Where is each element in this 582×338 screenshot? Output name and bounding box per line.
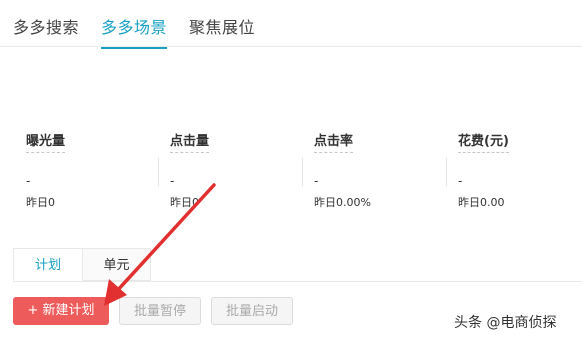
stat-clicks: 点击量 - 昨日0 (170, 130, 310, 210)
batch-start-button[interactable]: 批量启动 (211, 297, 293, 325)
stat-value: - (170, 174, 175, 188)
stat-label: 点击率 (314, 130, 354, 153)
tab-focus-booth[interactable]: 聚焦展位 (189, 14, 255, 38)
stat-yesterday: 昨日0.00% (314, 196, 371, 209)
divider (446, 158, 447, 186)
stat-label: 花费(元) (458, 130, 509, 153)
tab-duoduo-scene[interactable]: 多多场景 (101, 14, 168, 49)
watermark: 头条 @电商侦探 (454, 315, 557, 331)
divider (158, 158, 159, 186)
stat-value: - (314, 174, 319, 188)
top-tab-bar: 多多搜索 多多场景 聚焦展位 (0, 0, 582, 49)
batch-pause-button[interactable]: 批量暂停 (119, 297, 201, 325)
stat-value: - (458, 174, 463, 188)
sub-tab-bar: 计划 单元 (13, 248, 582, 282)
divider (302, 158, 303, 186)
stat-label: 点击量 (170, 130, 210, 153)
stat-value: - (26, 174, 31, 188)
stat-impressions: 曝光量 - 昨日0 (26, 130, 166, 210)
new-plan-button[interactable]: + 新建计划 (13, 297, 109, 325)
stat-cost: 花费(元) - 昨日0.00 (458, 130, 582, 210)
stat-yesterday: 昨日0.00 (458, 196, 505, 209)
stat-yesterday: 昨日0 (170, 196, 199, 209)
tab-duoduo-search[interactable]: 多多搜索 (13, 14, 79, 38)
stat-label: 曝光量 (26, 130, 66, 153)
stat-ctr: 点击率 - 昨日0.00% (314, 130, 454, 210)
stat-yesterday: 昨日0 (26, 196, 55, 209)
tab-unit[interactable]: 单元 (83, 248, 151, 281)
tab-plan[interactable]: 计划 (13, 248, 83, 281)
